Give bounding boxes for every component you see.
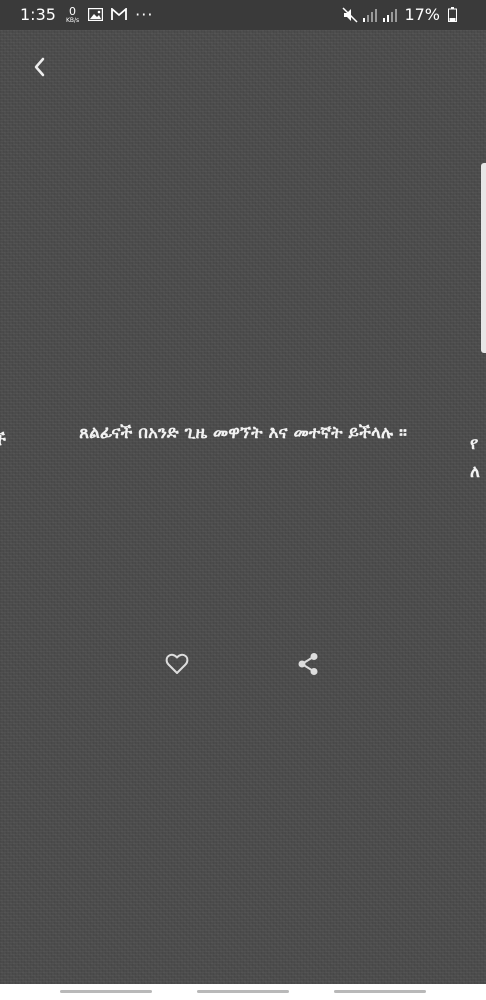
quote-text: ጸልፊናች በአንድ ጊዜ መዋኘት እና መተኛት ይችላሉ ። [79, 423, 407, 443]
share-icon [298, 653, 318, 675]
gmail-icon [111, 7, 128, 23]
quote-viewer-screen: 1:35 0 KB/s ··· 17% ች የ ለ ጸልፊናች በአንድ ጊዜ … [0, 0, 486, 1000]
share-button[interactable] [293, 649, 323, 679]
more-notifications-icon: ··· [135, 5, 154, 24]
back-button[interactable] [24, 52, 54, 82]
next-quote-peek-line2: ለ [470, 462, 480, 482]
gallery-icon [87, 7, 103, 23]
nav-back-gesture[interactable] [60, 990, 152, 993]
battery-percent: 17% [404, 5, 440, 24]
chevron-left-icon [34, 57, 45, 77]
edge-panel-handle[interactable] [481, 163, 486, 353]
signal-icon-2 [382, 7, 398, 23]
heart-outline-icon [165, 653, 189, 674]
next-quote-peek[interactable]: የ ለ [470, 430, 480, 486]
status-time: 1:35 [20, 5, 56, 24]
next-quote-peek-line1: የ [470, 434, 479, 454]
battery-icon [444, 7, 460, 23]
like-button[interactable] [162, 649, 192, 679]
mute-icon [342, 6, 358, 23]
data-speed-unit: KB/s [65, 16, 80, 24]
signal-icon-1 [362, 7, 378, 23]
nav-recents-gesture[interactable] [334, 990, 426, 993]
data-speed-value: 0 [69, 4, 77, 18]
data-speed-indicator: 0 KB/s [66, 6, 79, 24]
status-right: 17% [342, 5, 460, 24]
previous-quote-peek[interactable]: ች [0, 430, 6, 450]
status-bar: 1:35 0 KB/s ··· 17% [0, 0, 486, 30]
system-navigation-bar [0, 984, 486, 1000]
status-left: 1:35 0 KB/s ··· [20, 5, 153, 24]
nav-home-gesture[interactable] [197, 990, 289, 993]
